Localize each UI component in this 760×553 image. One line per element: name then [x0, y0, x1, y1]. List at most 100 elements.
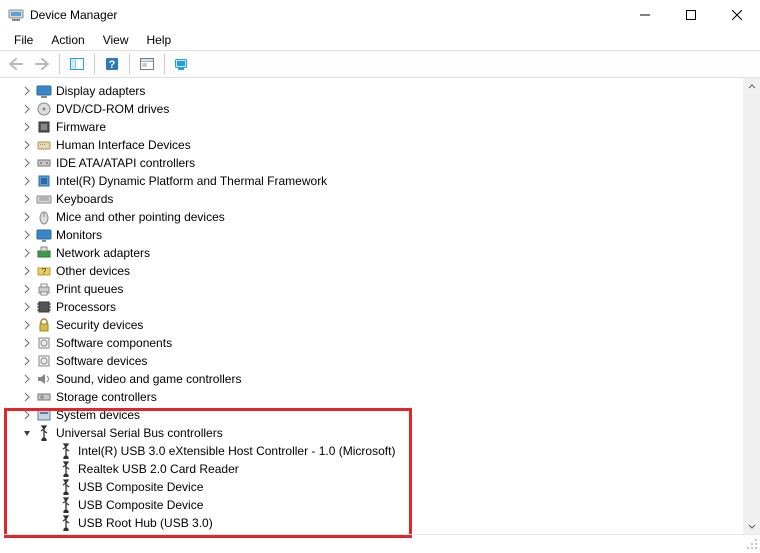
chevron-right-icon[interactable] — [20, 354, 34, 368]
tree-node[interactable]: Processors — [20, 298, 740, 316]
minimize-button[interactable] — [622, 0, 668, 30]
keyboard-icon — [36, 191, 52, 207]
show-hide-tree-button[interactable] — [65, 53, 89, 75]
tree-node-label: USB Root Hub (USB 3.0) — [78, 516, 213, 530]
scroll-down-button[interactable] — [743, 517, 760, 534]
tree-node[interactable]: Intel(R) Dynamic Platform and Thermal Fr… — [20, 172, 740, 190]
toolbar: ? — [0, 50, 760, 78]
tree-node[interactable]: Mice and other pointing devices — [20, 208, 740, 226]
tree-node-label: USB Composite Device — [78, 498, 203, 512]
tree-node[interactable]: ? Other devices — [20, 262, 740, 280]
tree-node-label: Other devices — [56, 264, 130, 278]
chevron-right-icon[interactable] — [20, 192, 34, 206]
printer-icon — [36, 281, 52, 297]
chevron-right-icon[interactable] — [20, 174, 34, 188]
tree-node[interactable]: Firmware — [20, 118, 740, 136]
tree-node-label: Universal Serial Bus controllers — [56, 426, 223, 440]
maximize-button[interactable] — [668, 0, 714, 30]
tree-node-label: IDE ATA/ATAPI controllers — [56, 156, 195, 170]
menu-view[interactable]: View — [95, 32, 137, 48]
chevron-right-icon[interactable] — [20, 138, 34, 152]
chevron-right-icon[interactable] — [20, 282, 34, 296]
tree-node[interactable]: USB Composite Device — [58, 478, 740, 496]
window-buttons — [622, 0, 760, 30]
tree-node[interactable]: System devices — [20, 406, 740, 424]
window-title: Device Manager — [30, 8, 117, 22]
toolbar-separator — [59, 54, 60, 74]
device-tree[interactable]: Display adapters DVD/CD-ROM drives Firmwar… — [4, 82, 758, 532]
tree-node-label: Display adapters — [56, 84, 145, 98]
tree-node[interactable]: Sound, video and game controllers — [20, 370, 740, 388]
scrollbar-vertical[interactable] — [743, 78, 760, 534]
tree-node[interactable]: Universal Serial Bus controllers — [20, 424, 740, 442]
properties-button[interactable] — [135, 53, 159, 75]
tree-node-label: Firmware — [56, 120, 106, 134]
tree-node[interactable]: Storage controllers — [20, 388, 740, 406]
cpu-icon — [36, 299, 52, 315]
help-button[interactable]: ? — [100, 53, 124, 75]
usb-icon — [58, 515, 74, 531]
tree-node[interactable]: Network adapters — [20, 244, 740, 262]
storage-icon — [36, 389, 52, 405]
resize-grip[interactable] — [746, 538, 758, 550]
back-button[interactable] — [4, 53, 28, 75]
tree-node-label: Network adapters — [56, 246, 150, 260]
tree-node[interactable]: USB Composite Device — [58, 496, 740, 514]
chevron-right-icon[interactable] — [20, 102, 34, 116]
svg-text:?: ? — [109, 59, 116, 71]
tree-node-label: Realtek USB 2.0 Card Reader — [78, 462, 239, 476]
tree-node[interactable]: Monitors — [20, 226, 740, 244]
chevron-right-icon[interactable] — [20, 264, 34, 278]
tree-node[interactable]: USB Root Hub (USB 3.0) — [58, 514, 740, 532]
chevron-right-icon[interactable] — [20, 336, 34, 350]
tree-node[interactable]: DVD/CD-ROM drives — [20, 100, 740, 118]
menu-action[interactable]: Action — [43, 32, 92, 48]
svg-text:?: ? — [42, 267, 47, 276]
chevron-right-icon[interactable] — [20, 228, 34, 242]
chevron-right-icon[interactable] — [20, 120, 34, 134]
chevron-right-icon[interactable] — [20, 372, 34, 386]
hid-icon — [36, 137, 52, 153]
menu-help[interactable]: Help — [139, 32, 180, 48]
tree-node[interactable]: Keyboards — [20, 190, 740, 208]
monitor-icon — [36, 227, 52, 243]
tree-node-label: USB Composite Device — [78, 480, 203, 494]
close-button[interactable] — [714, 0, 760, 30]
chevron-right-icon[interactable] — [20, 300, 34, 314]
tree-node-label: Software devices — [56, 354, 147, 368]
tree-node[interactable]: Software devices — [20, 352, 740, 370]
forward-button[interactable] — [30, 53, 54, 75]
tree-node[interactable]: Display adapters — [20, 82, 740, 100]
tree-node[interactable]: Realtek USB 2.0 Card Reader — [58, 460, 740, 478]
tree-node[interactable]: Intel(R) USB 3.0 eXtensible Host Control… — [58, 442, 740, 460]
chevron-right-icon[interactable] — [20, 318, 34, 332]
tree-node-label: Sound, video and game controllers — [56, 372, 241, 386]
chevron-right-icon[interactable] — [20, 408, 34, 422]
sw-icon — [36, 335, 52, 351]
chevron-down-icon[interactable] — [20, 426, 34, 440]
tree-node-label: Storage controllers — [56, 390, 157, 404]
usb-icon — [36, 425, 52, 441]
tree-node[interactable]: Software components — [20, 334, 740, 352]
tree-node-label: Monitors — [56, 228, 102, 242]
tree-children: Intel(R) USB 3.0 eXtensible Host Control… — [20, 442, 740, 532]
tree-node-label: Print queues — [56, 282, 123, 296]
tree-node[interactable]: Human Interface Devices — [20, 136, 740, 154]
other-icon: ? — [36, 263, 52, 279]
sw-icon — [36, 353, 52, 369]
scan-hardware-button[interactable] — [170, 53, 194, 75]
menu-file[interactable]: File — [6, 32, 41, 48]
tree-node-label: Intel(R) USB 3.0 eXtensible Host Control… — [78, 444, 395, 458]
tree-node-label: System devices — [56, 408, 140, 422]
disc-icon — [36, 101, 52, 117]
chevron-right-icon[interactable] — [20, 84, 34, 98]
toolbar-separator — [94, 54, 95, 74]
scroll-up-button[interactable] — [743, 78, 760, 95]
chevron-right-icon[interactable] — [20, 390, 34, 404]
tree-node[interactable]: Security devices — [20, 316, 740, 334]
chevron-right-icon[interactable] — [20, 156, 34, 170]
chevron-right-icon[interactable] — [20, 210, 34, 224]
tree-node[interactable]: IDE ATA/ATAPI controllers — [20, 154, 740, 172]
tree-node[interactable]: Print queues — [20, 280, 740, 298]
chevron-right-icon[interactable] — [20, 246, 34, 260]
